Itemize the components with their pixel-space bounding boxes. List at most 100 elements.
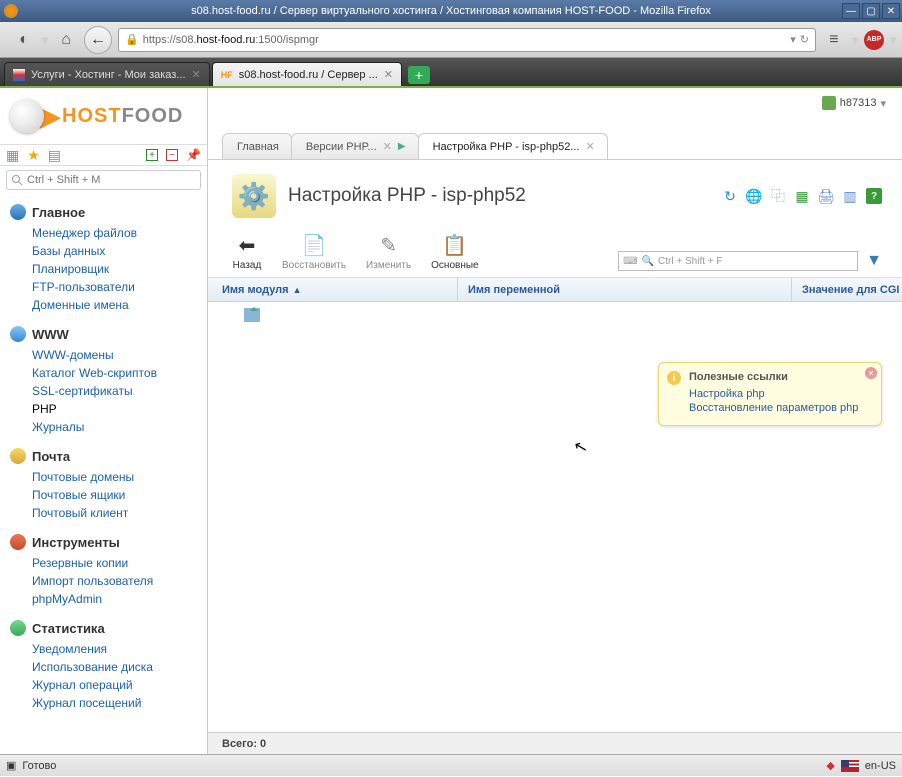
hint-link[interactable]: Восстановление параметров php (689, 401, 871, 415)
browser-tab[interactable]: Услуги - Хостинг - Мои заказ... ✕ (4, 62, 210, 86)
firefox-menu-icon[interactable]: ◐ (12, 28, 36, 52)
column-header[interactable]: Имя модуля ▲ (208, 278, 458, 301)
info-icon: i (667, 371, 681, 385)
close-icon[interactable]: ✕ (865, 367, 877, 379)
window-titlebar: s08.host-food.ru / Сервер виртуального х… (0, 0, 902, 22)
breadcrumb-tab[interactable]: Главная (222, 133, 292, 159)
nav-section-header[interactable]: Главное (10, 200, 207, 224)
toolbar-button[interactable]: ⬅Назад (232, 232, 262, 271)
toolbar-button: 📄Восстановить (282, 232, 346, 271)
addon-icon[interactable]: ▣ (6, 759, 16, 772)
nav-item[interactable]: Базы данных (32, 242, 207, 260)
nav-section-header[interactable]: Инструменты (10, 530, 207, 554)
collapse-all-icon[interactable]: − (166, 149, 178, 161)
up-folder-row[interactable] (208, 302, 902, 325)
toolbar-icon: ⬅ (232, 232, 262, 258)
copy-icon[interactable]: ⿻ (770, 188, 786, 204)
tab-close-icon[interactable]: ✕ (192, 68, 201, 81)
breadcrumb-tab[interactable]: Настройка PHP - isp-php52...✕ (418, 133, 608, 159)
refresh-icon[interactable]: ↻ (722, 188, 738, 204)
abp-icon[interactable]: ABP (864, 30, 884, 50)
pin-icon[interactable]: 📌 (186, 148, 201, 162)
reload-icon[interactable]: ↻ (800, 33, 809, 46)
nav-item[interactable]: Доменные имена (32, 296, 207, 314)
help-icon[interactable]: ? (866, 188, 882, 204)
nav-item[interactable]: FTP-пользователи (32, 278, 207, 296)
print-icon[interactable]: 🖨 (818, 188, 834, 204)
table-footer: Всего: 0 (208, 732, 902, 754)
window-title: s08.host-food.ru / Сервер виртуального х… (191, 5, 711, 17)
section-icon (10, 448, 26, 464)
column-header[interactable]: Имя переменной (458, 278, 792, 301)
csv-icon[interactable]: ▦ (794, 188, 810, 204)
nav-item[interactable]: Уведомления (32, 640, 207, 658)
close-button[interactable]: ✕ (882, 3, 900, 19)
url-bar[interactable]: 🔒 https://s08.host-food.ru:1500/ispmgr ▾… (118, 28, 816, 52)
folder-up-icon (244, 308, 260, 322)
nav-section-header[interactable]: Статистика (10, 616, 207, 640)
logo: ▶ HOSTFOOD (0, 88, 207, 144)
section-icon (10, 620, 26, 636)
nav-item[interactable]: PHP (32, 400, 207, 418)
flag-icon[interactable] (841, 760, 859, 772)
nav-item[interactable]: Использование диска (32, 658, 207, 676)
nav-item[interactable]: SSL-сертификаты (32, 382, 207, 400)
user-icon (822, 96, 836, 110)
nav-section-header[interactable]: WWW (10, 322, 207, 346)
toolbar-button[interactable]: 📋Основные (431, 232, 478, 271)
toolbar-icon: ✎ (374, 232, 404, 258)
breadcrumb-tab[interactable]: Версии PHP...✕▶ (291, 133, 419, 159)
breadcrumb-tabs: ГлавнаяВерсии PHP...✕▶Настройка PHP - is… (208, 130, 902, 160)
new-tab-button[interactable]: + (408, 66, 430, 84)
toolbar-button: ✎Изменить (366, 232, 411, 271)
grid-icon[interactable]: ▦ (6, 147, 19, 164)
column-header[interactable]: Значение для CGI (792, 278, 902, 301)
nav-section-header[interactable]: Почта (10, 444, 207, 468)
nav-item[interactable]: Импорт пользователя (32, 572, 207, 590)
close-icon[interactable]: ✕ (585, 140, 594, 153)
nav-item[interactable]: Журналы (32, 418, 207, 436)
minimize-button[interactable]: — (842, 3, 860, 19)
page-title: Настройка PHP - isp-php52 (288, 185, 526, 207)
hint-link[interactable]: Настройка php (689, 387, 871, 401)
tab-close-icon[interactable]: ✕ (384, 68, 393, 81)
globe-icon[interactable]: 🌐 (746, 188, 762, 204)
close-icon[interactable]: ✕ (383, 140, 392, 153)
user-menu[interactable]: h87313 ▾ (822, 96, 886, 110)
expand-all-icon[interactable]: + (146, 149, 158, 161)
page-icon: ⚙️ (232, 174, 276, 218)
browser-tabs: Услуги - Хостинг - Мои заказ... ✕ HF s08… (0, 58, 902, 86)
back-button[interactable]: ← (84, 26, 112, 54)
nav-item[interactable]: Почтовые домены (32, 468, 207, 486)
home-button[interactable]: ⌂ (54, 28, 78, 52)
nav-item[interactable]: phpMyAdmin (32, 590, 207, 608)
settings-icon[interactable]: ▥ (842, 188, 858, 204)
nav-item[interactable]: Почтовые ящики (32, 486, 207, 504)
nav-item[interactable]: WWW-домены (32, 346, 207, 364)
filter-icon[interactable]: ▼ (866, 252, 882, 270)
section-icon (10, 534, 26, 550)
nav-item[interactable]: Почтовый клиент (32, 504, 207, 522)
hamburger-icon[interactable]: ≡ (822, 28, 846, 52)
nav-item[interactable]: Резервные копии (32, 554, 207, 572)
toolbar-icon: 📄 (299, 232, 329, 258)
action-toolbar: ⬅Назад 📄Восстановить ✎Изменить 📋Основные ⌨🔍… (208, 228, 902, 278)
browser-tab-active[interactable]: HF s08.host-food.ru / Сервер ... ✕ (212, 62, 402, 86)
sidebar: ▶ HOSTFOOD ▦ ★ ▤ + − 📌 ГлавноеМенеджер ф… (0, 88, 208, 754)
section-icon (10, 204, 26, 220)
nav-item[interactable]: Журнал операций (32, 676, 207, 694)
table-header: Имя модуля ▲ Имя переменной Значение для… (208, 278, 902, 302)
extension-icon[interactable]: ◆ (826, 759, 834, 772)
maximize-button[interactable]: ▢ (862, 3, 880, 19)
sidebar-toolbar: ▦ ★ ▤ + − 📌 (0, 144, 207, 166)
search-icon: 🔍 (642, 256, 654, 267)
sidebar-search-input[interactable] (6, 170, 201, 190)
nav-item[interactable]: Планировщик (32, 260, 207, 278)
clipboard-icon[interactable]: ▤ (48, 147, 61, 164)
nav-item[interactable]: Журнал посещений (32, 694, 207, 712)
nav-item[interactable]: Каталог Web-скриптов (32, 364, 207, 382)
table-search-input[interactable]: ⌨🔍 Ctrl + Shift + F (618, 251, 858, 271)
nav-item[interactable]: Менеджер файлов (32, 224, 207, 242)
browser-statusbar: ▣ Готово ◆ en-US (0, 754, 902, 776)
star-icon[interactable]: ★ (27, 147, 40, 164)
